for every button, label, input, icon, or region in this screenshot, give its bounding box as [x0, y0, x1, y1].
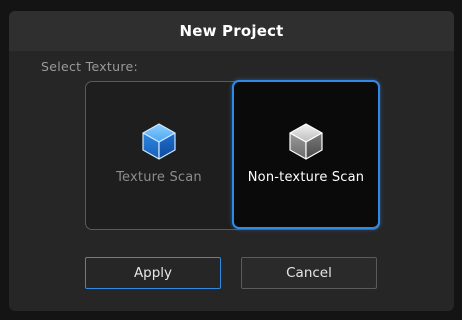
texture-scan-option[interactable]: Texture Scan — [86, 82, 232, 227]
cancel-button[interactable]: Cancel — [241, 257, 377, 289]
dialog-title: New Project — [179, 22, 284, 40]
cube-gray-icon — [289, 123, 323, 160]
new-project-dialog: New Project Select Texture: Texture Scan… — [9, 11, 454, 311]
cube-blue-icon — [142, 123, 176, 160]
non-texture-scan-label: Non-texture Scan — [247, 170, 365, 185]
select-texture-label: Select Texture: — [41, 59, 139, 74]
non-texture-scan-option[interactable]: Non-texture Scan — [232, 80, 380, 229]
apply-button[interactable]: Apply — [85, 257, 221, 289]
texture-options-group: Texture Scan Non-texture Scan — [85, 80, 380, 230]
texture-scan-label: Texture Scan — [116, 170, 202, 185]
dialog-title-bar: New Project — [9, 11, 454, 51]
